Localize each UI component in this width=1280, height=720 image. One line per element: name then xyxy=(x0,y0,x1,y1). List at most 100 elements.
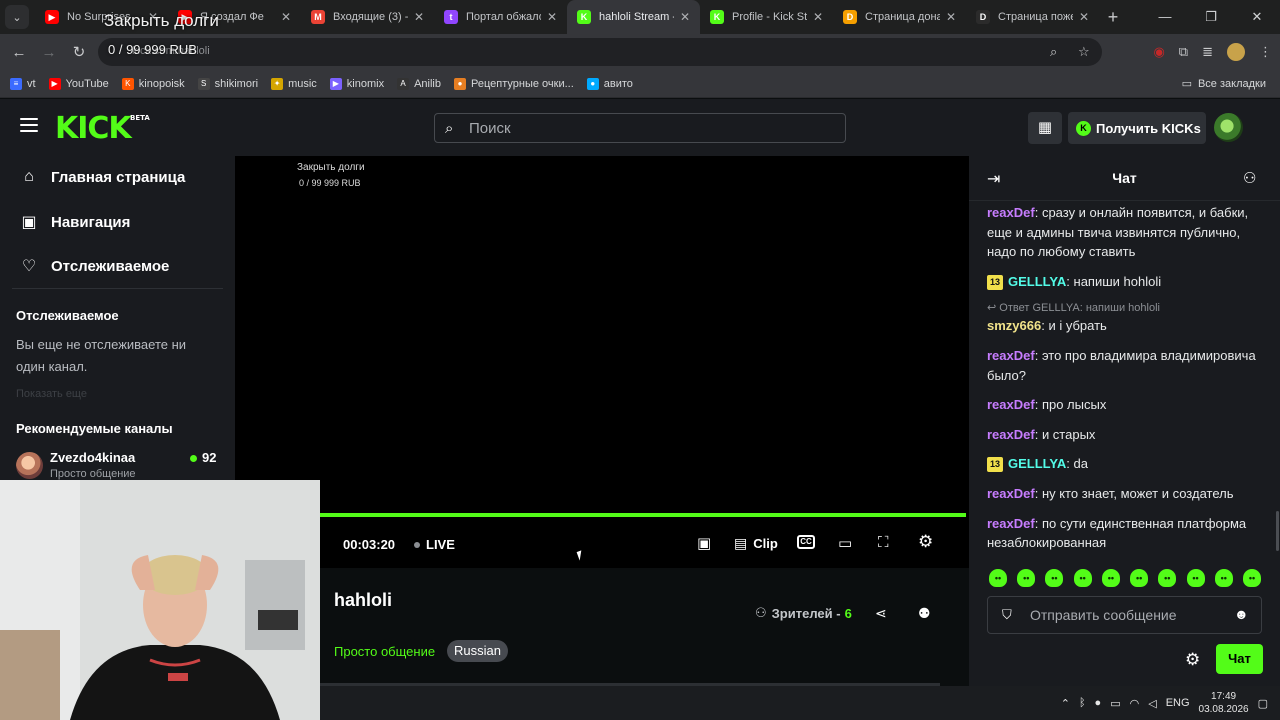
zoom-icon[interactable]: ⌕ xyxy=(1050,44,1057,60)
media-control-icon[interactable]: ≣ xyxy=(1202,44,1213,60)
chat-username[interactable]: reaxDef xyxy=(987,486,1035,501)
chat-username[interactable]: reaxDef xyxy=(987,205,1035,220)
browser-tab[interactable]: Khahloli Stream - ✕ xyxy=(567,0,700,34)
chat-users-icon[interactable]: ⚇ xyxy=(1243,169,1256,187)
chat-message[interactable]: reaxDef: ну кто знает, может и создатель xyxy=(987,484,1265,504)
extension-icon[interactable]: ◉ xyxy=(1153,44,1164,60)
close-tab-icon[interactable]: ✕ xyxy=(811,10,825,24)
emote-icon[interactable]: •• xyxy=(1242,569,1261,587)
browser-tab[interactable]: D Страница поже ✕ xyxy=(966,0,1099,34)
sidebar-item-home[interactable]: ⌂ Главная страница xyxy=(20,168,185,186)
subscriber-badge[interactable]: 13 xyxy=(987,457,1003,473)
new-tab-button[interactable]: + xyxy=(1099,7,1127,28)
settings-gear-icon[interactable]: ⚙ xyxy=(918,532,933,552)
recommended-channel[interactable]: Zvezdo4kinaa Просто общение 92 xyxy=(16,450,220,480)
share-icon[interactable]: ⋖ xyxy=(875,605,887,622)
video-player[interactable]: Закрыть долги 0 / 99 999 RUB 00:03:20 LI… xyxy=(235,156,969,568)
emote-icon[interactable]: •• xyxy=(1045,569,1064,587)
emote-icon[interactable]: •• xyxy=(1101,569,1120,587)
emote-icon[interactable]: •• xyxy=(989,569,1007,587)
emoji-icon[interactable]: ☻ xyxy=(1234,606,1249,622)
get-kicks-button[interactable]: K Получить KICKs xyxy=(1068,112,1206,144)
emote-icon[interactable]: •• xyxy=(1158,569,1177,587)
clip-button[interactable]: ▤ Clip xyxy=(734,535,778,552)
close-tab-icon[interactable]: ✕ xyxy=(412,10,426,24)
chat-username[interactable]: reaxDef xyxy=(987,397,1035,412)
emote-icon[interactable]: •• xyxy=(1214,569,1233,587)
chat-message[interactable]: reaxDef: и старых xyxy=(987,425,1265,445)
volume-icon[interactable]: ◁ xyxy=(1148,697,1156,710)
chat-username[interactable]: GELLLYA xyxy=(1008,456,1066,471)
show-more-link[interactable]: Показать еще xyxy=(16,388,87,400)
chat-message[interactable]: reaxDef: сразу и онлайн появится, и бабк… xyxy=(987,203,1265,262)
subscriber-badge[interactable]: 13 xyxy=(987,274,1003,290)
chat-message[interactable]: 13 GELLLYA: напиши hohloli xyxy=(987,272,1265,292)
bookmark-item[interactable]: ● авито xyxy=(586,77,633,90)
browser-tab[interactable]: t Портал обжалов ✕ xyxy=(434,0,567,34)
all-bookmarks[interactable]: ▭ Все закладки xyxy=(1182,77,1266,91)
channel-title[interactable]: hahloli xyxy=(334,590,392,611)
follow-icon[interactable]: ⚉ xyxy=(918,605,931,622)
language-indicator[interactable]: ENG xyxy=(1166,697,1190,709)
wifi-icon[interactable]: ◠ xyxy=(1130,697,1140,710)
chat-username[interactable]: reaxDef xyxy=(987,348,1035,363)
minimize-button[interactable]: — xyxy=(1142,0,1188,34)
browser-tab[interactable]: D Страница донат ✕ xyxy=(833,0,966,34)
sidebar-item-following[interactable]: ♡ Отслеживаемое xyxy=(20,256,170,276)
kick-logo[interactable]: KICK BETA xyxy=(55,111,150,146)
bookmark-star-icon[interactable]: ☆ xyxy=(1078,44,1090,60)
tab-search-button[interactable]: ⌄ xyxy=(5,5,29,29)
bookmark-item[interactable]: ▶ YouTube xyxy=(48,77,109,90)
chat-scrollbar[interactable] xyxy=(1276,511,1279,551)
close-tab-icon[interactable]: ✕ xyxy=(1077,10,1091,24)
tray-expand-icon[interactable]: ⌃ xyxy=(1061,697,1070,710)
emote-icon[interactable]: •• xyxy=(1130,569,1149,587)
close-tab-icon[interactable]: ✕ xyxy=(279,10,293,24)
battery-icon[interactable]: ▭ xyxy=(1110,697,1120,710)
close-tab-icon[interactable]: ✕ xyxy=(678,10,692,24)
dashboard-button[interactable]: ▦ xyxy=(1028,112,1062,144)
chat-message[interactable]: smzy666: и i убрать xyxy=(987,316,1265,336)
maximize-button[interactable]: ❐ xyxy=(1188,0,1234,34)
clock[interactable]: 17:49 03.08.2026 xyxy=(1199,690,1249,716)
fullscreen-icon[interactable]: ⛶ xyxy=(878,534,889,551)
language-tag[interactable]: Russian xyxy=(447,640,508,662)
bluetooth-icon[interactable]: ᛒ xyxy=(1079,697,1086,709)
user-avatar[interactable] xyxy=(1214,113,1243,142)
menu-dots-icon[interactable]: ⋮ xyxy=(1259,44,1272,60)
chat-settings-gear-icon[interactable]: ⚙ xyxy=(1185,650,1200,670)
chat-message[interactable]: reaxDef: про лысых xyxy=(987,395,1265,415)
profile-avatar[interactable] xyxy=(1227,43,1245,61)
menu-hamburger-icon[interactable] xyxy=(20,118,38,134)
bookmark-item[interactable]: Sshikimori xyxy=(197,77,258,90)
browser-tab[interactable]: M Входящие (3) - ✕ xyxy=(301,0,434,34)
back-button[interactable]: ← xyxy=(4,44,34,61)
emote-icon[interactable]: •• xyxy=(1186,569,1205,587)
chat-message[interactable]: reaxDef: по сути единственная платформа … xyxy=(987,514,1265,553)
sidebar-item-browse[interactable]: ▣ Навигация xyxy=(20,212,130,232)
live-indicator[interactable]: LIVE xyxy=(414,537,455,552)
close-tab-icon[interactable]: ✕ xyxy=(944,10,958,24)
forward-button[interactable]: → xyxy=(34,44,64,61)
captions-icon[interactable]: CC xyxy=(797,535,815,549)
chat-username[interactable]: GELLLYA xyxy=(1008,274,1066,289)
theater-mode-icon[interactable]: ▭ xyxy=(838,534,852,552)
progress-bar[interactable] xyxy=(320,513,966,517)
bookmark-item[interactable]: ✦ music xyxy=(271,77,317,90)
bookmark-item[interactable]: ≡ vt xyxy=(10,77,36,90)
chat-input[interactable]: ⛉ Отправить сообщение ☻ xyxy=(987,596,1262,634)
emote-icon[interactable]: •• xyxy=(1073,569,1092,587)
close-tab-icon[interactable]: ✕ xyxy=(545,10,559,24)
bookmark-item[interactable]: Kkinopoisk xyxy=(121,77,185,90)
emote-icon[interactable]: •• xyxy=(1017,569,1036,587)
chat-message[interactable]: reaxDef: это про владимира владимировича… xyxy=(987,346,1265,385)
close-window-button[interactable]: ✕ xyxy=(1234,0,1280,34)
bookmark-item[interactable]: ▶ kinomix xyxy=(329,77,384,90)
notifications-icon[interactable]: ▢ xyxy=(1258,697,1268,710)
chat-username[interactable]: reaxDef xyxy=(987,427,1035,442)
chat-message[interactable]: 13 GELLLYA: da xyxy=(987,454,1265,474)
chat-username[interactable]: smzy666 xyxy=(987,318,1041,333)
bookmark-item[interactable]: ● Рецептурные очки... xyxy=(454,77,574,90)
bookmark-item[interactable]: A Anilib xyxy=(397,77,441,90)
reload-button[interactable]: ↻ xyxy=(64,43,94,61)
